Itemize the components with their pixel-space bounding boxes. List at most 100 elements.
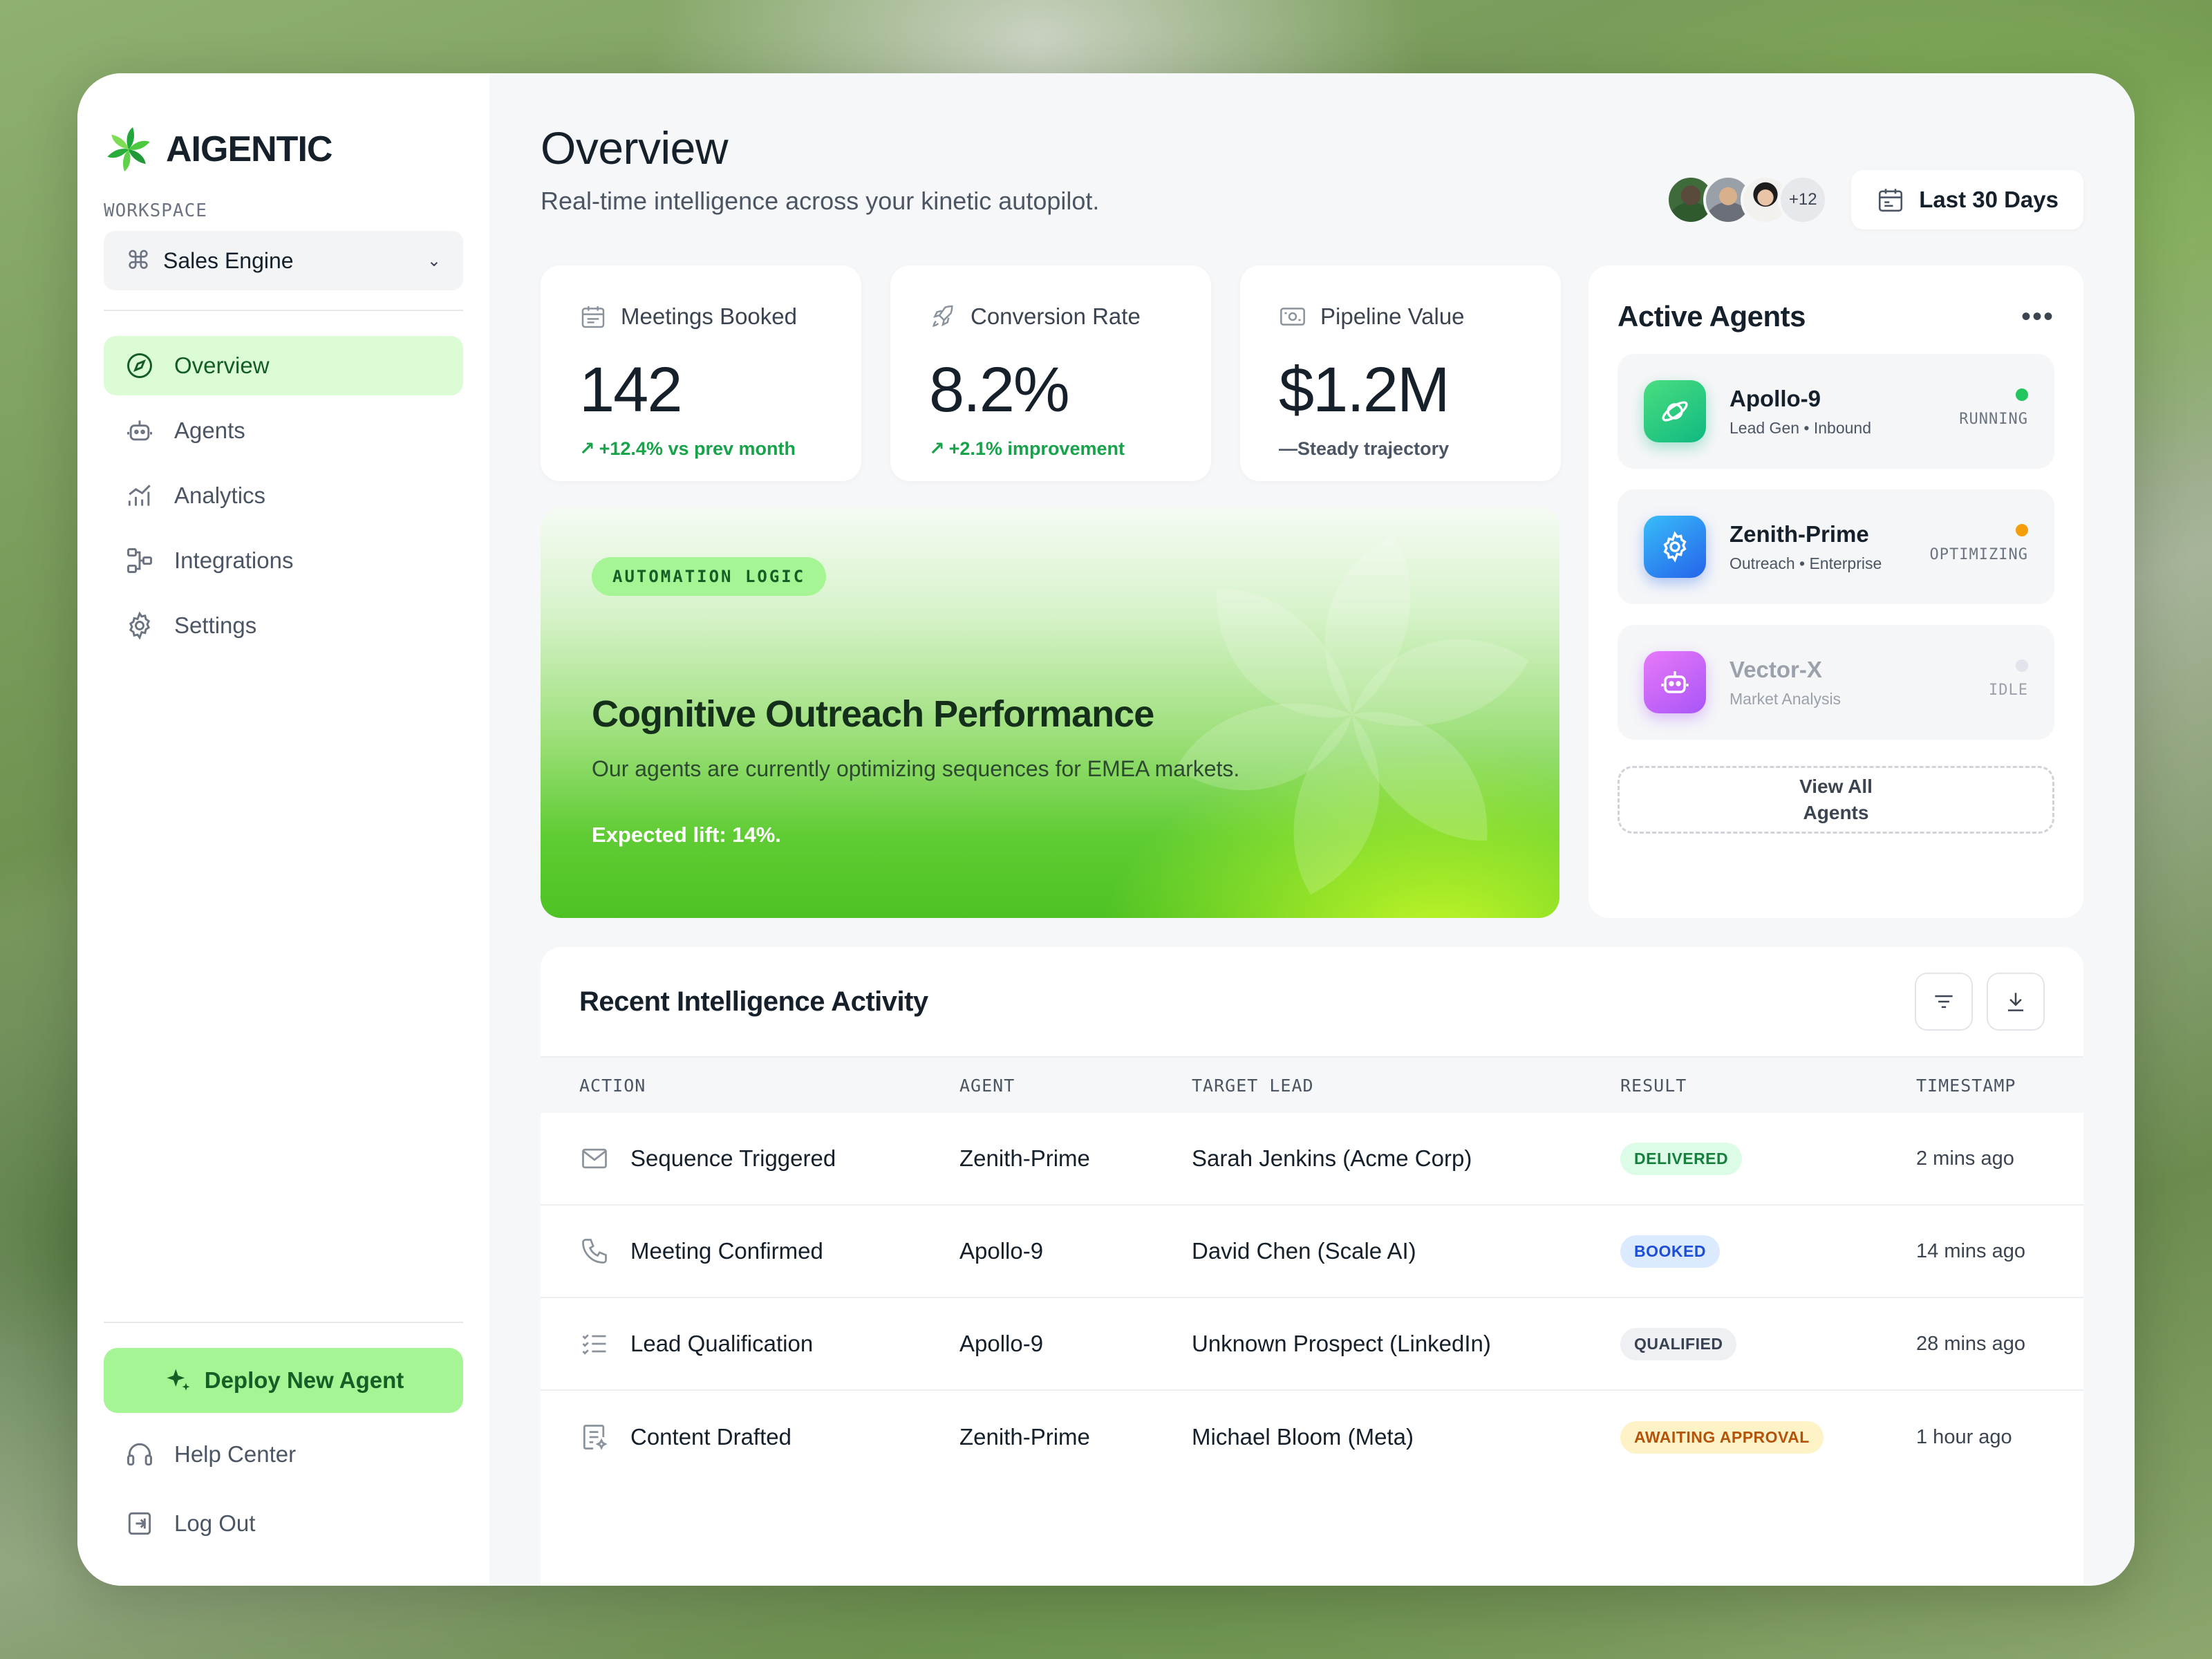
recent-activity-table: Recent Intelligence Activity ACTION AGEN…: [541, 947, 2083, 1586]
status-badge: DELIVERED: [1620, 1142, 1743, 1175]
sidebar-item-integrations[interactable]: Integrations: [104, 531, 463, 590]
table-title: Recent Intelligence Activity: [579, 986, 928, 1017]
panel-title: Active Agents: [1618, 300, 1806, 332]
cell-timestamp: 28 mins ago: [1916, 1332, 2025, 1355]
stat-label: Meetings Booked: [621, 303, 797, 329]
calendar-icon: [581, 306, 605, 328]
cell-agent: Apollo-9: [959, 1238, 1044, 1264]
sidebar-item-analytics[interactable]: Analytics: [104, 466, 463, 525]
cell-lead: Sarah Jenkins (Acme Corp): [1192, 1145, 1472, 1171]
headset-icon: [127, 1443, 152, 1466]
brand-name: AIGENTIC: [166, 129, 332, 169]
more-options-icon[interactable]: •••: [2021, 303, 2054, 330]
stat-card-conversion[interactable]: Conversion Rate 8.2% ↗ +2.1% improvement: [890, 265, 1211, 481]
stat-card-meetings[interactable]: Meetings Booked 142 ↗ +12.4% vs prev mon…: [541, 265, 861, 481]
pinwheel-logo-icon: [107, 127, 150, 171]
sidebar-item-agents[interactable]: Agents: [104, 401, 463, 460]
robot-icon: [127, 420, 152, 441]
workspace-selected: Sales Engine: [163, 247, 294, 273]
divider: [104, 310, 463, 311]
status-badge: QUALIFIED: [1620, 1327, 1737, 1360]
column-header-result[interactable]: RESULT: [1620, 1076, 1916, 1096]
table-row[interactable]: Sequence Triggered Zenith-Prime Sarah Je…: [541, 1113, 2083, 1206]
planet-icon: [1644, 380, 1706, 442]
agent-meta: Lead Gen • Inbound: [1730, 418, 1872, 437]
log-out-icon: [128, 1512, 151, 1535]
gear-icon: [1644, 516, 1706, 578]
stat-value: $1.2M: [1279, 355, 1450, 425]
help-label: Help Center: [174, 1441, 297, 1467]
status-badge: AWAITING APPROVAL: [1620, 1421, 1824, 1454]
filter-button[interactable]: [1915, 973, 1973, 1031]
avatar-overflow-count[interactable]: +12: [1778, 175, 1828, 225]
agent-meta: Market Analysis: [1730, 689, 1841, 708]
column-header-target-lead[interactable]: TARGET LEAD: [1192, 1076, 1620, 1096]
main-content: Overview Real-time intelligence across y…: [489, 73, 2135, 1586]
cell-lead: Unknown Prospect (LinkedIn): [1192, 1331, 1491, 1356]
stat-card-pipeline[interactable]: Pipeline Value $1.2M —Steady trajectory: [1240, 265, 1561, 481]
mail-icon: [582, 1148, 607, 1169]
download-icon: [2007, 993, 2024, 1011]
cell-agent: Zenith-Prime: [959, 1424, 1090, 1450]
stat-value: 8.2%: [929, 355, 1070, 425]
table-row[interactable]: Content Drafted Zenith-Prime Michael Blo…: [541, 1391, 2083, 1483]
stat-label: Pipeline Value: [1320, 303, 1465, 329]
brand[interactable]: AIGENTIC: [104, 122, 463, 177]
status-dot: [2016, 659, 2028, 672]
view-all-agents-button[interactable]: View All Agents: [1618, 766, 2054, 834]
filter-icon: [1935, 995, 1953, 1009]
sidebar-item-label: Settings: [174, 612, 257, 638]
agent-card-vector-x[interactable]: Vector-X Market Analysis IDLE: [1618, 625, 2054, 740]
cell-agent: Apollo-9: [959, 1331, 1044, 1356]
column-header-action[interactable]: ACTION: [579, 1076, 959, 1096]
sidebar-item-overview[interactable]: Overview: [104, 336, 463, 395]
sparkle-icon: [167, 1369, 190, 1391]
date-range-button[interactable]: Last 30 Days: [1851, 170, 2083, 229]
team-avatars[interactable]: +12: [1666, 175, 1828, 225]
active-agents-panel: Active Agents ••• Apollo-9 Lead Gen • In…: [1588, 265, 2083, 918]
sidebar-item-label: Integrations: [174, 547, 294, 573]
hero-title: Cognitive Outreach Performance: [592, 693, 1154, 735]
cell-lead: David Chen (Scale AI): [1192, 1238, 1416, 1264]
column-header-agent[interactable]: AGENT: [959, 1076, 1192, 1096]
column-header-timestamp[interactable]: TIMESTAMP: [1916, 1076, 2045, 1096]
agent-name: Zenith-Prime: [1730, 521, 1869, 547]
workspace-select[interactable]: ⌘ Sales Engine ⌄: [104, 231, 463, 290]
table-header: ACTION AGENT TARGET LEAD RESULT TIMESTAM…: [541, 1058, 2083, 1113]
sidebar-item-settings[interactable]: Settings: [104, 596, 463, 655]
cell-action: Content Drafted: [630, 1424, 791, 1450]
deploy-new-agent-button[interactable]: Deploy New Agent: [104, 1348, 463, 1413]
log-out-link[interactable]: Log Out: [104, 1489, 463, 1558]
sidebar-item-label: Agents: [174, 418, 245, 443]
divider: [104, 1322, 463, 1323]
table-row[interactable]: Lead Qualification Apollo-9 Unknown Pros…: [541, 1298, 2083, 1391]
help-center-link[interactable]: Help Center: [104, 1420, 463, 1489]
automation-hero-card[interactable]: AUTOMATION LOGIC Cognitive Outreach Perf…: [541, 507, 1559, 918]
stats-row: Meetings Booked 142 ↗ +12.4% vs prev mon…: [541, 265, 1561, 481]
status-badge: BOOKED: [1620, 1235, 1720, 1268]
agent-status: IDLE: [1989, 682, 2028, 699]
command-icon: ⌘: [126, 246, 151, 274]
stat-label: Conversion Rate: [971, 303, 1141, 329]
sidebar-item-label: Analytics: [174, 482, 266, 508]
deploy-label: Deploy New Agent: [204, 1367, 404, 1393]
agent-status: RUNNING: [1959, 411, 2028, 428]
cell-action: Sequence Triggered: [630, 1145, 836, 1171]
page-title: Overview: [541, 122, 729, 174]
sidebar-bottom: Deploy New Agent Help Center Log Out: [104, 1322, 463, 1558]
stat-value: 142: [579, 355, 683, 425]
phone-icon: [582, 1239, 607, 1264]
trend-up-icon: ↗: [579, 438, 595, 459]
robot-icon: [1644, 651, 1706, 713]
download-button[interactable]: [1987, 973, 2045, 1031]
agent-status: OPTIMIZING: [1929, 546, 2028, 563]
hero-tag: AUTOMATION LOGIC: [592, 557, 827, 596]
table-row[interactable]: Meeting Confirmed Apollo-9 David Chen (S…: [541, 1206, 2083, 1298]
hero-description: Our agents are currently optimizing sequ…: [592, 756, 1240, 781]
date-range-label: Last 30 Days: [1919, 187, 2059, 212]
sidebar-item-label: Overview: [174, 353, 270, 378]
cell-timestamp: 1 hour ago: [1916, 1425, 2012, 1448]
agent-card-zenith-prime[interactable]: Zenith-Prime Outreach • Enterprise OPTIM…: [1618, 489, 2054, 604]
agent-card-apollo-9[interactable]: Apollo-9 Lead Gen • Inbound RUNNING: [1618, 354, 2054, 469]
agent-meta: Outreach • Enterprise: [1730, 554, 1882, 572]
